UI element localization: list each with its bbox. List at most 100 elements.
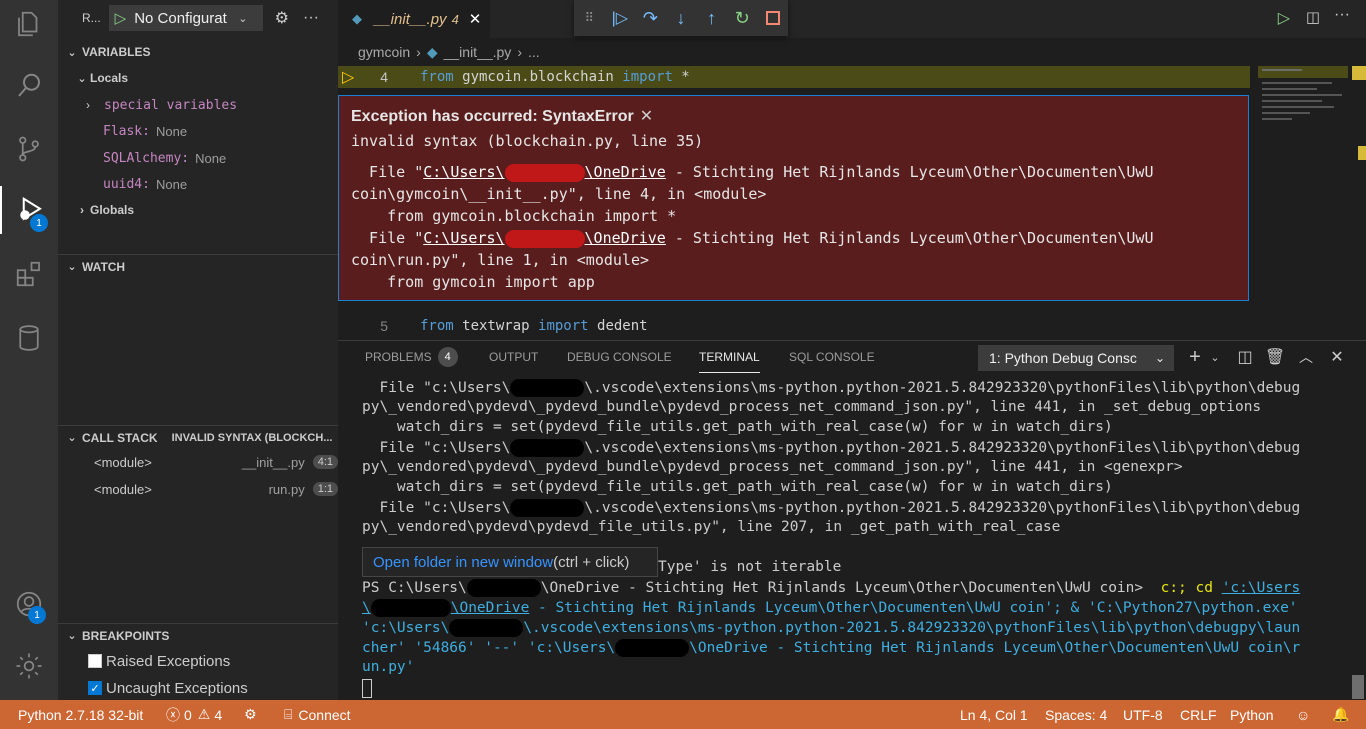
redaction-mark xyxy=(504,163,585,182)
tooltip-link[interactable]: Open folder in new window xyxy=(373,554,553,571)
path-link[interactable]: \OneDrive xyxy=(585,229,666,247)
connect-status[interactable]: ⌸ Connect xyxy=(284,700,351,729)
stack-frame[interactable]: <module> run.py 1:1 xyxy=(58,478,338,500)
traceback-line: File "C:\Users\ \OneDrive - Stichting Het… xyxy=(351,229,1154,248)
path-link[interactable]: C:\Users\ xyxy=(423,229,504,247)
chevron-down-icon: ⌄ xyxy=(238,12,248,25)
terminal-scrollbar[interactable] xyxy=(1352,675,1364,699)
tab-debug-console[interactable]: DEBUG CONSOLE xyxy=(567,341,672,373)
gear-icon[interactable]: ⚙ xyxy=(275,8,289,28)
tab-sql-console[interactable]: SQL CONSOLE xyxy=(789,341,875,373)
path-link[interactable]: \OneDrive xyxy=(585,163,666,181)
breadcrumb-file[interactable]: __init__.py xyxy=(444,44,512,60)
step-out-icon[interactable]: ↑ xyxy=(696,0,727,36)
stack-frame[interactable]: <module> __init__.py 4:1 xyxy=(58,451,338,473)
extensions-icon[interactable] xyxy=(0,250,58,298)
exception-widget: Exception has occurred: SyntaxError ✕ inv… xyxy=(338,95,1249,301)
minimap[interactable] xyxy=(1258,66,1350,340)
breadcrumb-symbol[interactable]: ... xyxy=(528,44,540,60)
scrollbar-marker xyxy=(1352,66,1366,80)
run-icon[interactable]: ▷ xyxy=(1278,8,1290,28)
start-debug-icon[interactable]: ▷ xyxy=(115,9,127,27)
callstack-section-header[interactable]: ⌄ CALL STACK INVALID SYNTAX (BLOCKCH... xyxy=(58,425,338,449)
run-debug-icon[interactable]: 1 xyxy=(0,186,58,234)
more-actions-icon[interactable]: ··· xyxy=(1334,6,1350,24)
checkbox[interactable] xyxy=(88,654,102,668)
redaction-mark xyxy=(510,379,585,397)
restart-icon[interactable]: ↻ xyxy=(727,0,758,36)
debug-toolbar: ⠿ |▷ ↷ ↓ ↑ ↻ xyxy=(574,0,788,36)
chevron-up-icon[interactable]: ︿ xyxy=(1295,346,1317,368)
path-link[interactable]: C:\Users\ xyxy=(423,163,504,181)
search-icon[interactable] xyxy=(0,62,58,110)
problems-status[interactable]: ⓧ 0 ⚠ 4 xyxy=(166,700,222,729)
breakpoints-section-header[interactable]: ⌄ BREAKPOINTS xyxy=(58,623,338,647)
python-interpreter[interactable]: Python 2.7.18 32-bit xyxy=(18,700,143,729)
close-icon[interactable]: ✕ xyxy=(1326,346,1348,368)
breadcrumb: gymcoin › ◆ __init__.py › ... xyxy=(338,38,1238,66)
code-line[interactable]: 5 from textwrap import dedent xyxy=(338,315,1250,337)
locals-label: Locals xyxy=(90,71,129,85)
cursor-position[interactable]: Ln 4, Col 1 xyxy=(960,700,1028,729)
redaction-mark xyxy=(504,229,585,248)
chevron-down-icon[interactable]: ⌄ xyxy=(1204,346,1226,368)
config-select[interactable]: ▷ No Configurat ⌄ xyxy=(108,5,263,31)
add-terminal-icon[interactable]: + xyxy=(1184,346,1206,368)
locals-scope[interactable]: ⌄ Locals xyxy=(58,67,338,89)
encoding[interactable]: UTF-8 xyxy=(1123,700,1163,729)
more-actions-icon[interactable]: ··· xyxy=(303,9,319,27)
breakpoint-raised-exceptions[interactable]: Raised Exceptions xyxy=(58,650,338,672)
feedback-icon[interactable]: ☺ xyxy=(1296,700,1310,729)
variables-section-header[interactable]: ⌄ VARIABLES xyxy=(58,41,338,63)
chevron-right-icon: › xyxy=(86,98,90,112)
watch-title: WATCH xyxy=(82,259,126,274)
settings-gear-icon[interactable] xyxy=(0,642,58,690)
terminal-select[interactable]: 1: Python Debug Consc ⌄ xyxy=(978,345,1174,371)
end-of-line[interactable]: CRLF xyxy=(1180,700,1217,729)
explorer-icon[interactable] xyxy=(0,0,58,48)
variable-flask[interactable]: Flask: None xyxy=(58,120,338,142)
variable-uuid4[interactable]: uuid4: None xyxy=(58,173,338,195)
bell-icon[interactable]: 🔔 xyxy=(1332,700,1349,729)
tab-problems[interactable]: PROBLEMS 4 xyxy=(365,341,458,373)
variable-sqlalchemy[interactable]: SQLAlchemy: None xyxy=(58,147,338,169)
step-into-icon[interactable]: ↓ xyxy=(666,0,697,36)
stop-icon[interactable] xyxy=(757,0,788,36)
chevron-down-icon: ⌄ xyxy=(67,261,77,273)
drag-handle-icon[interactable]: ⠿ xyxy=(574,0,605,36)
tab-output[interactable]: OUTPUT xyxy=(489,341,538,373)
debug-paused-arrow-icon: ▷ xyxy=(342,69,355,86)
frame-name: <module> xyxy=(94,454,152,470)
variable-name: SQLAlchemy: xyxy=(103,150,190,166)
debug-launch-icon[interactable]: ⚙ xyxy=(244,700,257,729)
split-terminal-icon[interactable]: ◫ xyxy=(1234,346,1256,368)
variable-name: uuid4: xyxy=(103,176,150,192)
indentation[interactable]: Spaces: 4 xyxy=(1045,700,1107,729)
close-icon[interactable]: ✕ xyxy=(469,10,482,28)
debug-sidebar: R... ▷ No Configurat ⌄ ⚙ ··· ⌄ VARIABLES… xyxy=(58,0,338,700)
code-text: from gymcoin.blockchain import * xyxy=(420,69,690,85)
trash-icon[interactable]: 🗑 xyxy=(1264,346,1286,368)
code-line-current[interactable]: ▷ 4 from gymcoin.blockchain import * xyxy=(338,66,1250,88)
accounts-icon[interactable]: 1 xyxy=(0,580,58,628)
database-icon[interactable] xyxy=(0,314,58,362)
tab-init-py[interactable]: ◆ __init__.py 4 ✕ xyxy=(338,0,490,38)
close-icon[interactable]: ✕ xyxy=(640,108,653,125)
redaction-mark xyxy=(449,619,524,637)
database-icon: ⌸ xyxy=(284,706,293,722)
variable-special[interactable]: › special variables xyxy=(58,94,338,116)
frame-file: __init__.py xyxy=(241,454,305,470)
redaction-mark xyxy=(370,599,451,617)
checkbox-checked-icon[interactable]: ✓ xyxy=(88,681,102,695)
breadcrumb-folder[interactable]: gymcoin xyxy=(358,44,410,60)
tab-terminal[interactable]: TERMINAL xyxy=(699,341,760,373)
continue-icon[interactable]: |▷ xyxy=(605,0,636,36)
variable-name: special variables xyxy=(104,97,238,113)
breakpoint-uncaught-exceptions[interactable]: ✓ Uncaught Exceptions xyxy=(58,677,338,699)
step-over-icon[interactable]: ↷ xyxy=(635,0,666,36)
split-editor-icon[interactable]: ◫ xyxy=(1306,8,1320,26)
source-control-icon[interactable] xyxy=(0,125,58,173)
globals-scope[interactable]: › Globals xyxy=(58,199,338,221)
language-mode[interactable]: Python xyxy=(1230,700,1274,729)
watch-section-header[interactable]: ⌄ WATCH xyxy=(58,254,338,278)
